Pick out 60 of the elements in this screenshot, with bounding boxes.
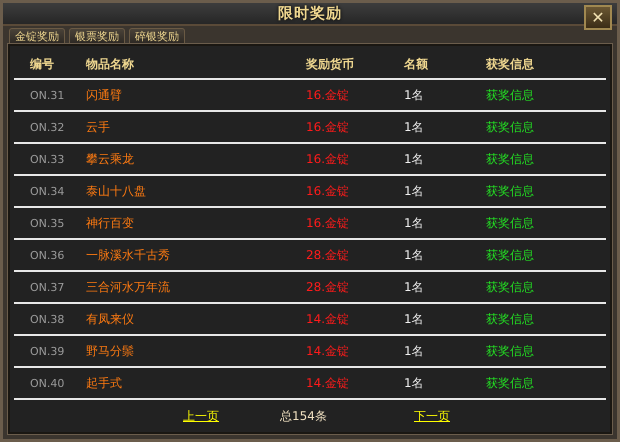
table-cell-text: ON.38 — [30, 312, 66, 326]
table-cell-text: 泰山十八盘 — [86, 182, 147, 200]
total-count: 总154条 — [279, 408, 327, 424]
table-cell-text: ON.40 — [30, 376, 66, 390]
table-cell-text: 16.金锭 — [306, 86, 350, 104]
info-link[interactable]: 获奖信息 — [486, 182, 606, 200]
table-cell-text: 野马分鬃 — [86, 342, 135, 360]
table-cell-text: 28.金锭 — [306, 278, 350, 296]
table-cell-text: 1名 — [404, 118, 425, 136]
column-header: 物品名称 — [86, 56, 135, 72]
table-cell-text: ON.36 — [30, 248, 66, 262]
info-link[interactable]: 获奖信息 — [486, 86, 606, 104]
table-cell-text: 1名 — [404, 246, 425, 264]
info-link[interactable]: 获奖信息 — [486, 374, 606, 392]
table-cell-text: 16.金锭 — [306, 118, 350, 136]
table-cell-text: 16.金锭 — [306, 182, 350, 200]
table-cell-text: 1名 — [404, 374, 425, 392]
table-cell-text: 云手 — [86, 118, 111, 136]
table-cell-text: 攀云乘龙 — [86, 150, 135, 168]
next-page-link[interactable]: 下一页 — [414, 408, 450, 424]
table-cell-text: 1名 — [404, 86, 425, 104]
table-cell-text: ON.37 — [30, 280, 66, 294]
table-cell-text: ON.31 — [30, 88, 66, 102]
table-cell-text: 14.金锭 — [306, 374, 350, 392]
table-cell-text: 1名 — [404, 214, 425, 232]
info-link[interactable]: 获奖信息 — [486, 246, 606, 264]
table-cell-text: ON.33 — [30, 152, 66, 166]
table-cell-text: 16.金锭 — [306, 214, 350, 232]
info-link[interactable]: 获奖信息 — [486, 342, 606, 360]
table-cell-text: 16.金锭 — [306, 150, 350, 168]
table-cell-text: 有凤来仪 — [86, 310, 135, 328]
column-header: 奖励货币 — [306, 56, 355, 72]
table-cell-text: ON.35 — [30, 216, 66, 230]
table-cell-text: 起手式 — [86, 374, 123, 392]
table-cell-text: ON.39 — [30, 344, 66, 358]
table-cell-text: 1名 — [404, 182, 425, 200]
table-cell-text: 神行百变 — [86, 214, 135, 232]
table-cell-text: ON.34 — [30, 184, 66, 198]
table-cell-text: 28.金锭 — [306, 246, 350, 264]
column-header: 名额 — [404, 56, 429, 72]
table-cell-text: 三合河水万年流 — [86, 278, 171, 296]
info-link[interactable]: 获奖信息 — [486, 278, 606, 296]
table-cell-text: 1名 — [404, 342, 425, 360]
table-cell-text: ON.32 — [30, 120, 66, 134]
table-cell-text: 1名 — [404, 278, 425, 296]
column-header: 编号 — [30, 56, 55, 72]
window-title: 限时奖励 — [278, 4, 342, 23]
table-cell-text: 14.金锭 — [306, 342, 350, 360]
info-link[interactable]: 获奖信息 — [486, 118, 606, 136]
table-cell-text: 一脉溪水千古秀 — [86, 246, 171, 264]
info-link[interactable]: 获奖信息 — [486, 214, 606, 232]
table-cell-text: 1名 — [404, 310, 425, 328]
prev-page-link[interactable]: 上一页 — [183, 408, 219, 424]
info-link[interactable]: 获奖信息 — [486, 310, 606, 328]
table-cell-text: 14.金锭 — [306, 310, 350, 328]
close-button[interactable]: ✕ — [584, 5, 612, 30]
info-link[interactable]: 获奖信息 — [486, 150, 606, 168]
table-cell-text: 1名 — [404, 150, 425, 168]
column-header: 获奖信息 — [486, 56, 535, 72]
table-cell-text: 闪通臂 — [86, 86, 123, 104]
